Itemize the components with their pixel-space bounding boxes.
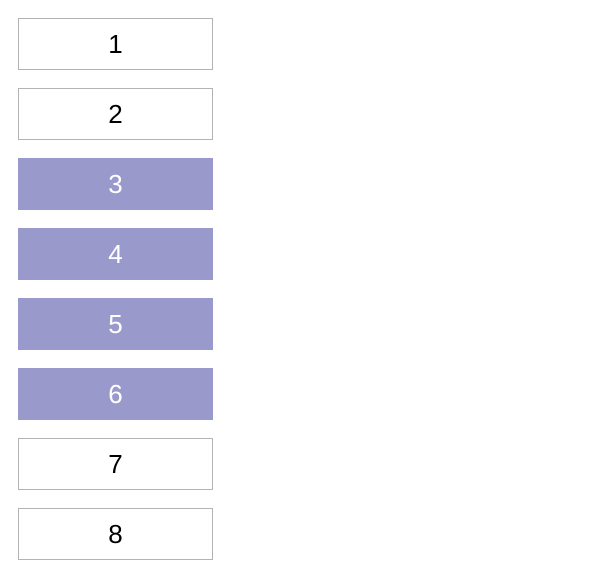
- list-item-label: 8: [108, 519, 122, 550]
- list-item[interactable]: 2: [18, 88, 213, 140]
- list-item-label: 1: [108, 29, 122, 60]
- list-item-label: 6: [108, 379, 122, 410]
- list-item[interactable]: 5: [18, 298, 213, 350]
- list-item-label: 2: [108, 99, 122, 130]
- selectable-list: 1 2 3 4 5 6 7 8: [18, 18, 578, 560]
- list-item-label: 3: [108, 169, 122, 200]
- list-item-label: 5: [108, 309, 122, 340]
- list-item[interactable]: 3: [18, 158, 213, 210]
- list-item[interactable]: 4: [18, 228, 213, 280]
- list-item[interactable]: 1: [18, 18, 213, 70]
- list-item-label: 7: [108, 449, 122, 480]
- list-item[interactable]: 6: [18, 368, 213, 420]
- list-item[interactable]: 7: [18, 438, 213, 490]
- list-item[interactable]: 8: [18, 508, 213, 560]
- list-item-label: 4: [108, 239, 122, 270]
